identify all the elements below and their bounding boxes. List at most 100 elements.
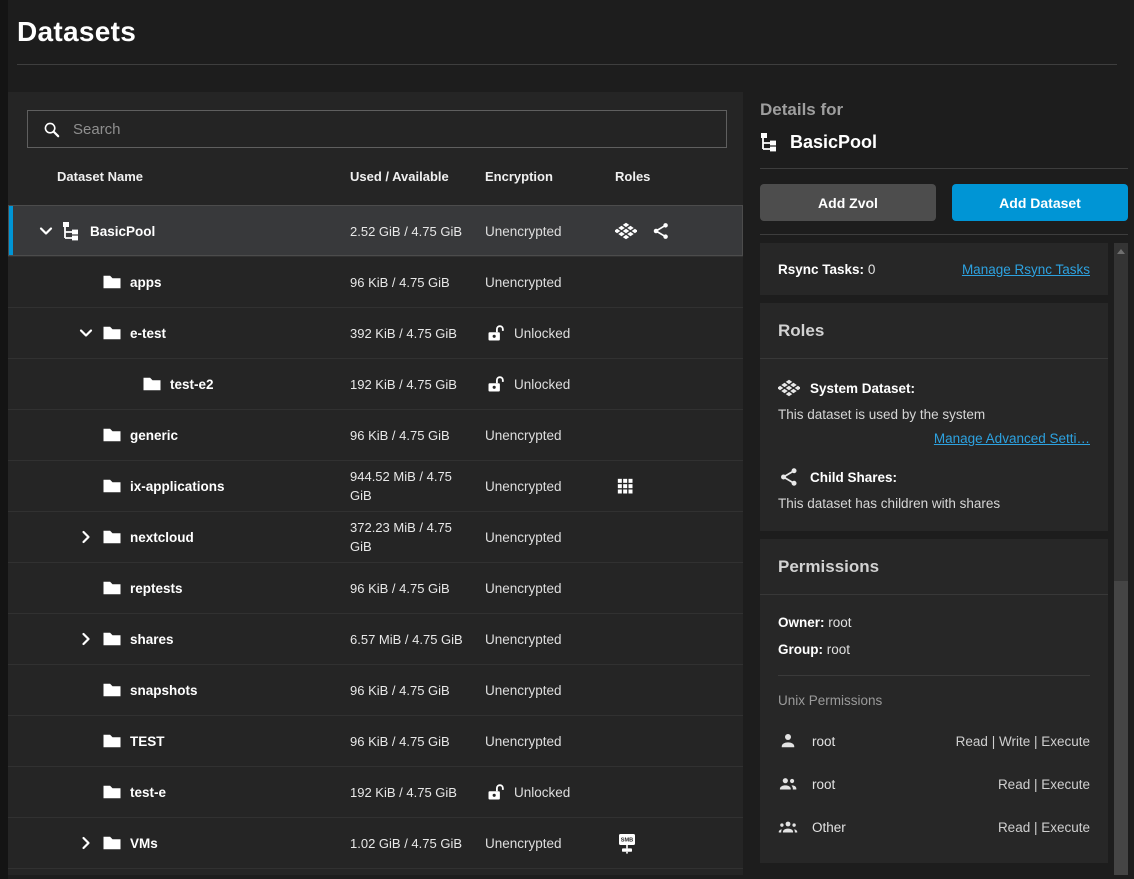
encryption-cell: Unencrypted bbox=[476, 479, 606, 494]
details-scrollbar[interactable] bbox=[1114, 243, 1128, 875]
dataset-name: snapshots bbox=[130, 683, 198, 698]
encryption-cell: Unencrypted bbox=[476, 275, 606, 290]
table-row[interactable]: snapshots 96 KiB / 4.75 GiB Unencrypted bbox=[8, 664, 743, 715]
table-body: BasicPool2.52 GiB / 4.75 GiBUnencrypteda… bbox=[8, 205, 743, 868]
dataset-name-cell: shares bbox=[8, 629, 341, 649]
people-icon bbox=[778, 774, 798, 794]
dataset-name: e-test bbox=[130, 326, 166, 341]
expand-toggle[interactable] bbox=[78, 631, 94, 647]
manage-rsync-tasks-link[interactable]: Manage Rsync Tasks bbox=[962, 262, 1090, 277]
table-header: Dataset Name Used / Available Encryption… bbox=[8, 148, 743, 205]
encryption-state: Unlocked bbox=[514, 785, 570, 800]
add-dataset-button[interactable]: Add Dataset bbox=[952, 184, 1128, 221]
encryption-state: Unencrypted bbox=[485, 836, 562, 851]
encryption-cell: Unencrypted bbox=[476, 632, 606, 647]
used-available-cell: 1.02 GiB / 4.75 GiB bbox=[341, 830, 476, 857]
datasets-table: Dataset Name Used / Available Encryption… bbox=[8, 92, 743, 875]
table-row[interactable]: generic96 KiB / 4.75 GiBUnencrypted bbox=[8, 409, 743, 460]
rsync-tasks-card: Rsync Tasks: 0 Manage Rsync Tasks bbox=[760, 243, 1108, 295]
encryption-state: Unencrypted bbox=[485, 734, 562, 749]
expand-toggle[interactable] bbox=[78, 529, 94, 545]
table-row[interactable]: shares6.57 MiB / 4.75 GiBUnencrypted bbox=[8, 613, 743, 664]
table-row[interactable]: reptests96 KiB / 4.75 GiBUnencrypted bbox=[8, 562, 743, 613]
permissions-card-title: Permissions bbox=[760, 539, 1108, 595]
table-row[interactable]: test-e2192 KiB / 4.75 GiBUnlocked bbox=[8, 358, 743, 409]
encryption-state: Unencrypted bbox=[485, 581, 562, 596]
column-header-roles: Roles bbox=[606, 169, 743, 184]
table-row[interactable]: BasicPool2.52 GiB / 4.75 GiBUnencrypted bbox=[8, 205, 743, 256]
details-dataset-name: BasicPool bbox=[790, 132, 877, 153]
details-panel: Details for BasicPool Add Zvol Add Datas… bbox=[760, 92, 1128, 875]
encryption-cell: Unencrypted bbox=[476, 428, 606, 443]
table-row[interactable]: TEST 96 KiB / 4.75 GiB Unencrypted bbox=[8, 715, 743, 766]
used-available-cell: 96 KiB / 4.75 GiB bbox=[341, 269, 476, 296]
groups-icon bbox=[778, 817, 798, 837]
used-available-cell: 392 KiB / 4.75 GiB bbox=[341, 320, 476, 347]
table-row[interactable]: ix-applications 944.52 MiB / 4.75 GiBUnen… bbox=[8, 460, 743, 511]
permission-entry: rootRead | Execute bbox=[778, 774, 1090, 794]
dataset-name-cell: ix-applications bbox=[8, 476, 341, 496]
scrollbar-thumb[interactable] bbox=[1114, 581, 1128, 875]
used-available-cell: 96 KiB / 4.75 GiB bbox=[341, 728, 476, 755]
role-item-link-row: Manage Advanced Setti… bbox=[778, 430, 1090, 448]
lock-open-icon bbox=[485, 374, 506, 395]
folder-icon bbox=[102, 833, 122, 853]
folder-icon bbox=[102, 731, 122, 751]
column-header-dataset-name: Dataset Name bbox=[8, 169, 341, 184]
permission-name: root bbox=[812, 777, 835, 792]
encryption-cell: Unencrypted bbox=[476, 581, 606, 596]
person-icon bbox=[778, 731, 798, 751]
add-zvol-button[interactable]: Add Zvol bbox=[760, 184, 936, 221]
folder-icon bbox=[102, 782, 122, 802]
table-row[interactable]: nextcloud372.23 MiB / 4.75 GiBUnencrypte… bbox=[8, 511, 743, 562]
expand-toggle[interactable] bbox=[78, 325, 94, 341]
encryption-state: Unencrypted bbox=[485, 428, 562, 443]
search-box[interactable] bbox=[27, 110, 727, 148]
encryption-cell: Unencrypted bbox=[476, 683, 606, 698]
owner-line: Owner: root bbox=[778, 615, 1090, 630]
expand-spacer bbox=[78, 733, 94, 749]
manage-advanced-settings-link[interactable]: Manage Advanced Setti… bbox=[934, 431, 1090, 446]
table-row[interactable]: apps96 KiB / 4.75 GiBUnencrypted bbox=[8, 256, 743, 307]
share-icon bbox=[651, 221, 671, 241]
share-icon bbox=[778, 466, 800, 488]
table-row[interactable]: VMs1.02 GiB / 4.75 GiB Unencrypted bbox=[8, 817, 743, 868]
encryption-state: Unencrypted bbox=[485, 275, 562, 290]
details-scroll-area: Rsync Tasks: 0 Manage Rsync Tasks Roles … bbox=[760, 243, 1128, 875]
dataset-tree-icon bbox=[62, 221, 82, 241]
encryption-state: Unlocked bbox=[514, 377, 570, 392]
permission-who: Other bbox=[778, 817, 846, 837]
used-available-cell: 96 KiB / 4.75 GiB bbox=[341, 677, 476, 704]
expand-toggle[interactable] bbox=[78, 835, 94, 851]
dataset-name: nextcloud bbox=[130, 530, 194, 545]
column-header-encryption: Encryption bbox=[476, 169, 606, 184]
dataset-name-cell: VMs bbox=[8, 833, 341, 853]
chevron-right-icon bbox=[78, 835, 94, 851]
folder-icon bbox=[102, 578, 122, 598]
expand-spacer bbox=[78, 682, 94, 698]
folder-icon bbox=[102, 272, 122, 292]
dataset-name-cell: reptests bbox=[8, 578, 341, 598]
dataset-name: TEST bbox=[130, 734, 165, 749]
permission-who: root bbox=[778, 731, 835, 751]
dataset-name-cell: e-test bbox=[8, 323, 341, 343]
table-row[interactable]: test-e192 KiB / 4.75 GiBUnlocked bbox=[8, 766, 743, 817]
scrollbar-up-arrow-icon[interactable] bbox=[1117, 249, 1125, 254]
used-available-cell: 192 KiB / 4.75 GiB bbox=[341, 779, 476, 806]
table-row[interactable]: e-test 392 KiB / 4.75 GiBUnlocked bbox=[8, 307, 743, 358]
role-item-label: System Dataset: bbox=[810, 381, 915, 396]
dataset-name: test-e2 bbox=[170, 377, 214, 392]
used-available-cell: 944.52 MiB / 4.75 GiB bbox=[341, 463, 476, 509]
folder-icon bbox=[102, 527, 122, 547]
dataset-name-cell: test-e2 bbox=[8, 374, 341, 394]
search-input[interactable] bbox=[73, 121, 714, 138]
chevron-down-icon bbox=[78, 325, 94, 341]
chevron-right-icon bbox=[78, 529, 94, 545]
rsync-tasks-count: Rsync Tasks: 0 bbox=[778, 262, 875, 277]
encryption-state: Unencrypted bbox=[485, 683, 562, 698]
encryption-cell: Unencrypted bbox=[476, 224, 606, 239]
datasets-page: Datasets Dataset Name Used / Available E… bbox=[8, 0, 1134, 879]
dataset-name: ix-applications bbox=[130, 479, 225, 494]
encryption-cell: Unlocked bbox=[476, 323, 606, 344]
expand-toggle[interactable] bbox=[38, 223, 54, 239]
